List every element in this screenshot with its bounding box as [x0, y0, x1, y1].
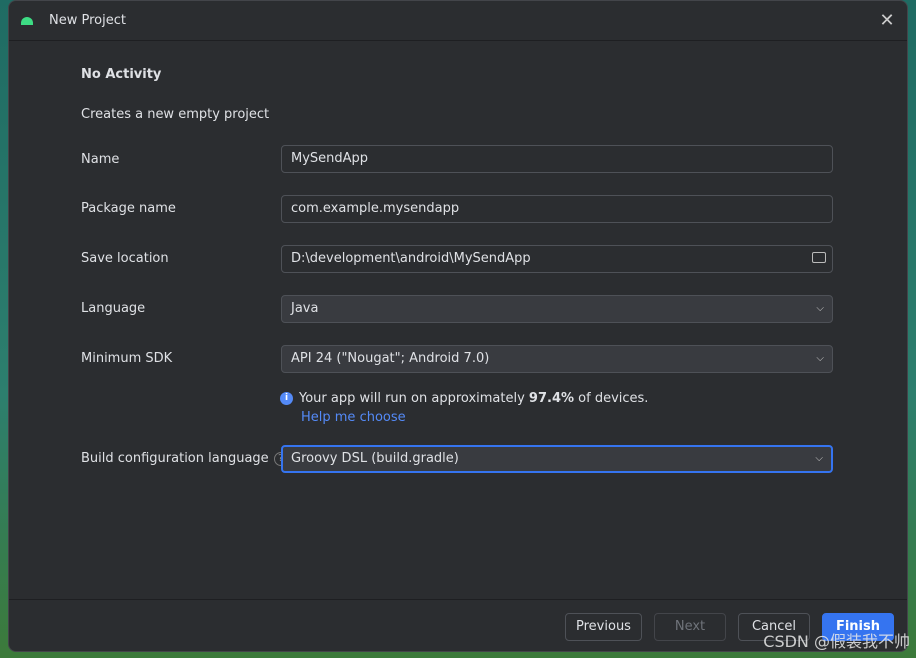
minimum-sdk-value: API 24 ("Nougat"; Android 7.0) — [291, 351, 490, 366]
help-me-choose-link[interactable]: Help me choose — [301, 410, 406, 425]
build-config-select[interactable]: Groovy DSL (build.gradle) ⌵ — [281, 445, 833, 473]
build-config-label-text: Build configuration language — [81, 451, 269, 466]
info-text-prefix: Your app will run on approximately — [299, 391, 529, 406]
save-location-label: Save location — [81, 251, 169, 266]
minimum-sdk-label: Minimum SDK — [81, 351, 173, 366]
package-name-label: Package name — [81, 201, 176, 216]
language-select[interactable]: Java ⌵ — [281, 295, 833, 323]
close-icon[interactable]: ✕ — [877, 11, 897, 31]
language-value: Java — [291, 301, 319, 316]
save-location-value: D:\development\android\MySendApp — [291, 251, 531, 266]
minimum-sdk-select[interactable]: API 24 ("Nougat"; Android 7.0) ⌵ — [281, 345, 833, 373]
new-project-dialog: New Project ✕ No Activity Creates a new … — [8, 0, 908, 652]
chevron-down-icon: ⌵ — [816, 353, 824, 364]
language-label: Language — [81, 301, 146, 316]
template-description: Creates a new empty project — [81, 107, 270, 122]
name-label: Name — [81, 152, 120, 167]
previous-button[interactable]: Previous — [565, 613, 642, 641]
build-config-value: Groovy DSL (build.gradle) — [291, 451, 459, 466]
template-title: No Activity — [81, 67, 162, 82]
folder-icon[interactable] — [812, 252, 826, 263]
chevron-down-icon: ⌵ — [815, 453, 823, 464]
save-location-input[interactable]: D:\development\android\MySendApp — [281, 245, 833, 273]
dialog-title: New Project — [49, 13, 126, 28]
info-icon: i — [280, 392, 293, 405]
watermark: CSDN @假装我不帅 — [763, 632, 910, 651]
name-input[interactable]: MySendApp — [281, 145, 833, 173]
coverage-percent: 97.4% — [528, 391, 575, 406]
package-name-input[interactable]: com.example.mysendapp — [281, 195, 833, 223]
next-button[interactable]: Next — [654, 613, 726, 641]
build-config-label: Build configuration language? — [81, 451, 288, 466]
sdk-coverage-info: i Your app will run on approximately 97.… — [280, 391, 648, 406]
info-text-suffix: of devices. — [574, 391, 649, 406]
chevron-down-icon: ⌵ — [816, 303, 824, 314]
title-bar: New Project ✕ — [9, 1, 907, 41]
android-icon — [21, 16, 33, 25]
